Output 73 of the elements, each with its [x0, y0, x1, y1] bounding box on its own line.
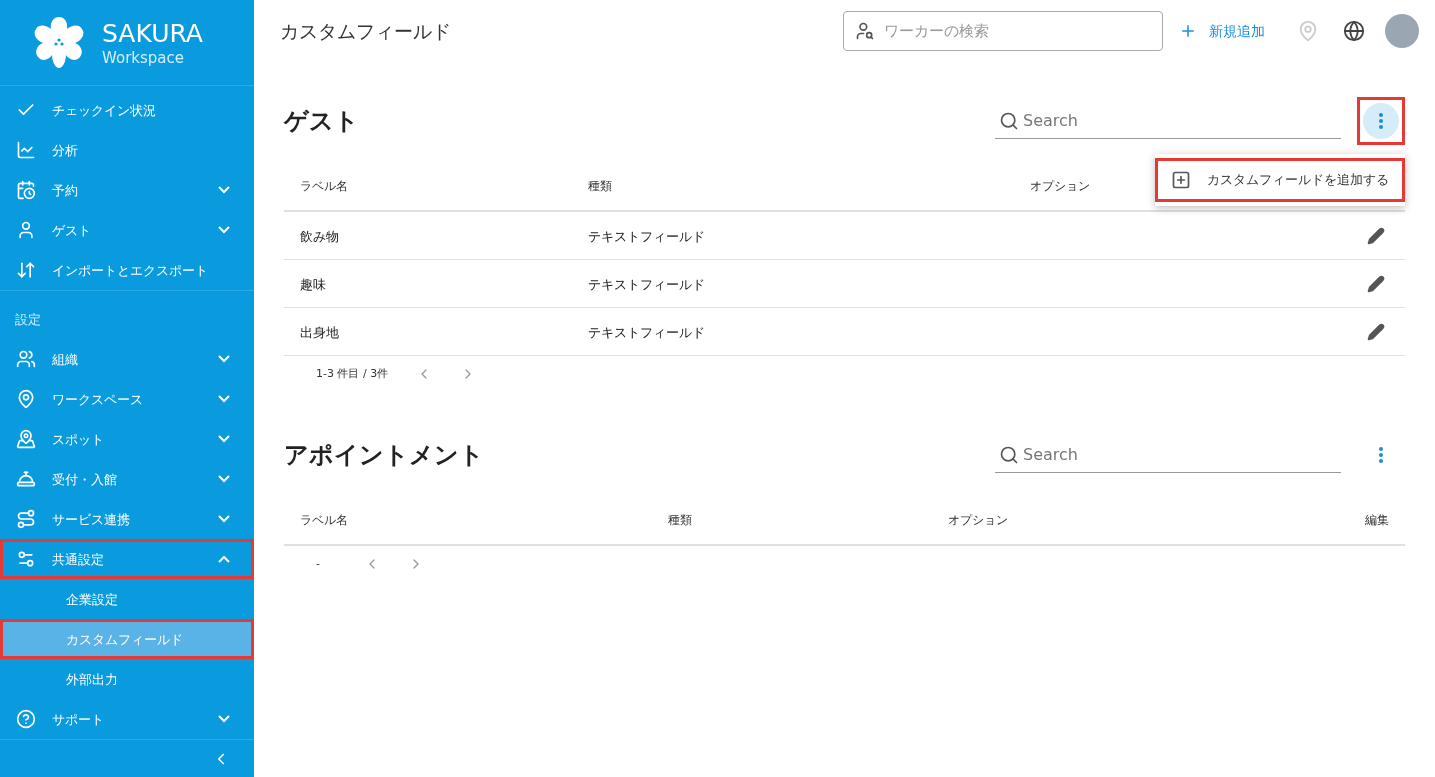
map-pin-icon[interactable]: [1297, 20, 1319, 42]
sidebar-item[interactable]: 分析: [0, 130, 254, 171]
people-icon: [16, 349, 36, 370]
column-header: オプション: [948, 513, 1008, 527]
sidebar-subitem[interactable]: 企業設定: [0, 579, 254, 620]
column-header: 種類: [588, 179, 612, 193]
sidebar-item[interactable]: 組織: [0, 339, 254, 380]
chevron-down-icon: [218, 715, 230, 724]
chevron-down-icon: [218, 475, 230, 484]
edit-icon[interactable]: [1367, 274, 1385, 293]
chevron-down-icon: [218, 435, 230, 444]
sidebar-subitem[interactable]: カスタムフィールド: [0, 619, 254, 660]
person-icon: [16, 220, 36, 241]
brand-subtitle: Workspace: [102, 48, 185, 68]
column-header: ラベル名: [300, 513, 348, 527]
globe-icon[interactable]: [1343, 20, 1365, 42]
add-new-button[interactable]: 新規追加: [1179, 20, 1265, 42]
section-label: 設定: [15, 312, 41, 328]
map-pin-icon: [16, 389, 36, 410]
chevron-down-icon: [218, 355, 230, 364]
sidebar-item[interactable]: ゲスト: [0, 210, 254, 251]
pagination-label: -: [316, 555, 321, 572]
chevron-down-icon: [218, 186, 230, 195]
more-icon: [1379, 113, 1383, 129]
column-header: 種類: [668, 513, 692, 527]
search-field[interactable]: Search: [995, 103, 1341, 139]
edit-icon[interactable]: [1367, 322, 1385, 341]
service-bell-icon: [16, 469, 36, 490]
avatar[interactable]: [1385, 14, 1419, 48]
chevron-up-icon: [218, 555, 230, 564]
sidebar-item[interactable]: 受付・入館: [0, 459, 254, 500]
column-header: 編集: [1365, 513, 1389, 527]
sidebar-item[interactable]: チェックイン状況: [0, 90, 254, 131]
edit-icon[interactable]: [1367, 226, 1385, 245]
column-header: オプション: [1030, 179, 1090, 193]
chevron-down-icon: [218, 515, 230, 524]
sidebar-item[interactable]: サービス連携: [0, 499, 254, 540]
search-field[interactable]: Search: [995, 437, 1341, 473]
chevron-down-icon: [218, 226, 230, 235]
search-icon: [999, 111, 1019, 131]
more-icon: [1379, 447, 1383, 463]
column-header: ラベル名: [300, 179, 348, 193]
menu-item[interactable]: カスタムフィールドを追加する: [1155, 158, 1405, 202]
help-icon: [16, 709, 36, 730]
sidebar-item[interactable]: スポット: [0, 419, 254, 460]
map-pin-icon: [16, 429, 36, 450]
sidebar-item[interactable]: サポート: [0, 699, 254, 740]
route-icon: [16, 509, 36, 530]
table-cell: テキストフィールド: [588, 324, 705, 340]
table-cell: 出身地: [300, 324, 339, 340]
line-chart-icon: [16, 140, 36, 161]
user-search-icon: [855, 21, 875, 41]
calendar-clock-icon: [16, 180, 36, 201]
chevron-down-icon: [218, 395, 230, 404]
sidebar-item[interactable]: ワークスペース: [0, 379, 254, 420]
add-square-icon: [1171, 170, 1191, 190]
more-button[interactable]: [1357, 97, 1405, 145]
section-title: アポイントメント: [284, 440, 485, 471]
table-cell: テキストフィールド: [588, 276, 705, 292]
sidebar-item[interactable]: 共通設定: [0, 539, 254, 580]
sidebar-item[interactable]: 予約: [0, 170, 254, 211]
table-cell: 趣味: [300, 276, 326, 292]
page-title: カスタムフィールド: [280, 18, 452, 44]
plus-icon: [1179, 22, 1197, 40]
section-title: ゲスト: [284, 106, 360, 137]
brand-name: SAKURA: [102, 17, 203, 49]
pagination-label: 1-3 件目 / 3件: [316, 365, 389, 382]
sidebar-subitem[interactable]: 外部出力: [0, 659, 254, 700]
worker-search-field[interactable]: ワーカーの検索: [843, 11, 1163, 51]
table-cell: テキストフィールド: [588, 228, 705, 244]
table-cell: 飲み物: [300, 228, 339, 244]
search-icon: [999, 445, 1019, 465]
sidebar-item[interactable]: インポートとエクスポート: [0, 250, 254, 291]
